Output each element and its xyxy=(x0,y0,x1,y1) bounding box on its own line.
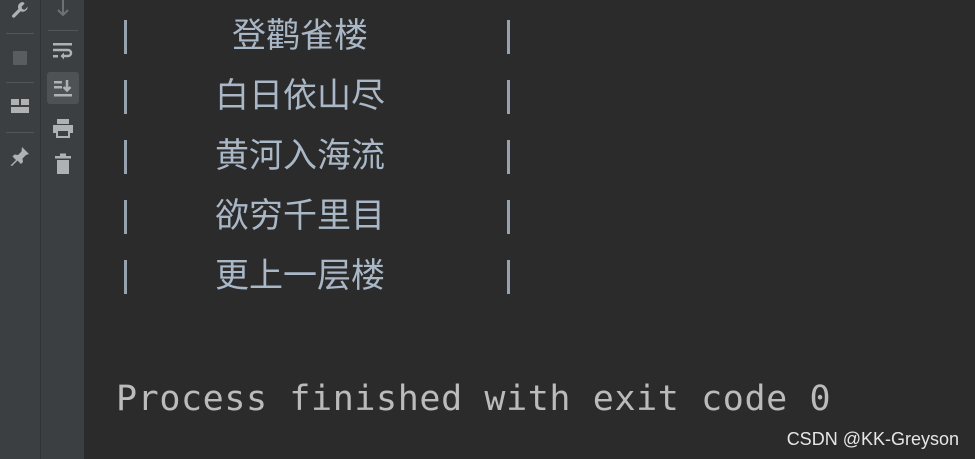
scroll-to-end-icon[interactable] xyxy=(47,72,79,104)
toolbar-divider xyxy=(6,33,34,34)
console-tool-strip xyxy=(41,0,85,459)
table-border-left xyxy=(124,200,127,234)
console-output[interactable]: 登鹳雀楼 白日依山尽 黄河入海流 欲穷千里目 更上一层楼 Process fin… xyxy=(84,0,975,459)
soft-wrap-icon[interactable] xyxy=(47,34,79,66)
table-border-right xyxy=(507,20,510,54)
table-border-right xyxy=(507,80,510,114)
output-line: 登鹳雀楼 xyxy=(84,0,604,60)
table-border-left xyxy=(124,80,127,114)
trash-icon[interactable] xyxy=(47,148,79,180)
table-border-right xyxy=(507,260,510,294)
table-border-left xyxy=(124,140,127,174)
output-line: 白日依山尽 xyxy=(84,60,604,120)
wrench-icon[interactable] xyxy=(4,0,36,26)
table-border-right xyxy=(507,200,510,234)
pin-icon[interactable] xyxy=(4,140,36,172)
scroll-down-icon[interactable] xyxy=(47,0,79,26)
toolbar-divider xyxy=(6,132,34,133)
table-border-left xyxy=(124,20,127,54)
output-line: 更上一层楼 xyxy=(84,240,604,300)
layout-icon[interactable] xyxy=(4,90,36,122)
poem-line: 黄河入海流 xyxy=(215,136,385,176)
stop-icon[interactable] xyxy=(4,42,36,74)
table-border-right xyxy=(507,140,510,174)
table-border-left xyxy=(124,260,127,294)
run-tool-strip xyxy=(0,0,41,459)
poem-line: 白日依山尽 xyxy=(215,76,385,116)
process-exit-message: Process finished with exit code 0 xyxy=(116,379,832,419)
output-line: 欲穷千里目 xyxy=(84,180,604,240)
toolbar-divider xyxy=(48,30,78,31)
output-line: 黄河入海流 xyxy=(84,120,604,180)
poem-line: 欲穷千里目 xyxy=(215,196,385,236)
print-icon[interactable] xyxy=(47,112,79,144)
toolbar-divider xyxy=(6,82,34,83)
watermark: CSDN @KK-Greyson xyxy=(786,429,959,449)
ide-run-console: 登鹳雀楼 白日依山尽 黄河入海流 欲穷千里目 更上一层楼 Process fin… xyxy=(0,0,975,459)
poem-line: 更上一层楼 xyxy=(215,256,385,296)
poem-title: 登鹳雀楼 xyxy=(232,16,368,56)
